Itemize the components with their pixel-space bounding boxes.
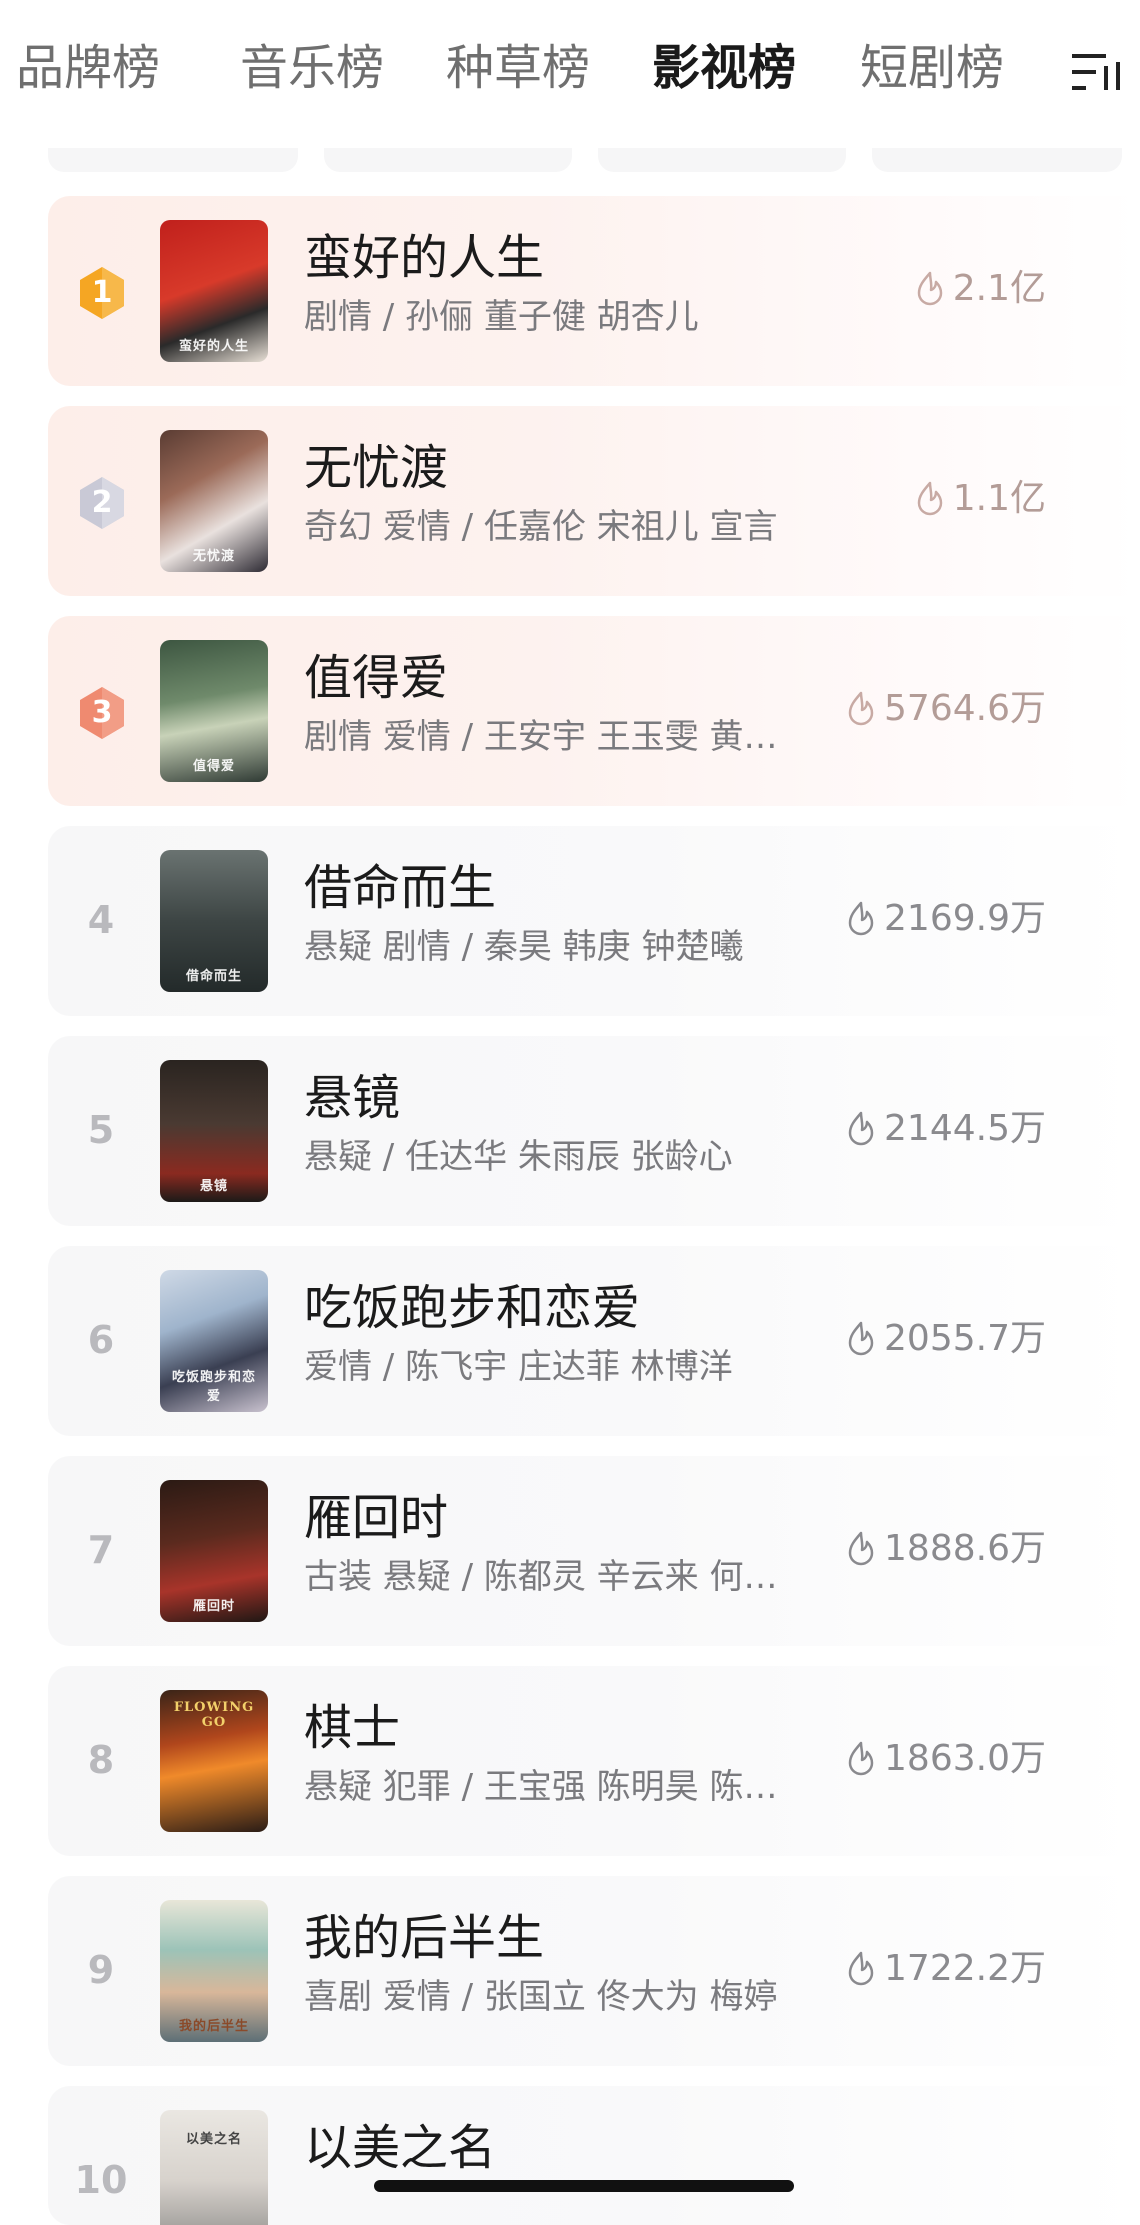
- bronze-medal-badge: 3: [76, 685, 128, 741]
- drama-title: 悬镜: [304, 1070, 401, 1126]
- ranking-row-6[interactable]: 6 吃饭跑步和恋爱 吃饭跑步和恋爱 爱情 / 陈飞宇 庄达菲 林博洋 2055.…: [48, 1246, 1140, 1436]
- heat-index: 2169.9万: [846, 893, 1046, 945]
- flame-icon: [848, 1531, 874, 1566]
- poster-image: 蛮好的人生: [160, 220, 268, 362]
- tab-film-tv-chart[interactable]: 影视榜: [652, 36, 796, 100]
- ranking-row-7[interactable]: 7 雁回时 雁回时 古装 悬疑 / 陈都灵 辛云来 何… 1888.6万: [48, 1456, 1140, 1646]
- drama-title: 无忧渡: [304, 440, 449, 496]
- poster-image: FLOWING GO: [160, 1690, 268, 1832]
- flame-icon: [848, 1741, 874, 1776]
- drama-title: 棋士: [304, 1700, 401, 1756]
- genre-cast-text: 悬疑 犯罪 / 王宝强 陈明昊 陈…: [304, 1767, 778, 1807]
- top-tab-bar: 品牌榜 音乐榜 种草榜 影视榜 短剧榜: [0, 0, 1140, 140]
- ranking-row-5[interactable]: 5 悬镜 悬镜 悬疑 / 任达华 朱雨辰 张龄心 2144.5万: [48, 1036, 1140, 1226]
- tab-recommend-chart[interactable]: 种草榜: [446, 36, 590, 100]
- poster-image: 借命而生: [160, 850, 268, 992]
- poster-image: 无忧渡: [160, 430, 268, 572]
- poster-image: 悬镜: [160, 1060, 268, 1202]
- poster-image: 雁回时: [160, 1480, 268, 1622]
- sub-filter-chip[interactable]: [324, 148, 572, 172]
- heat-index: 1722.2万: [846, 1943, 1046, 1995]
- poster-image: 以美之名: [160, 2110, 268, 2225]
- ranking-row-8[interactable]: 8 FLOWING GO 棋士 悬疑 犯罪 / 王宝强 陈明昊 陈… 1863.…: [48, 1666, 1140, 1856]
- flame-icon: [848, 691, 874, 726]
- flame-icon: [848, 901, 874, 936]
- tab-short-drama-chart[interactable]: 短剧榜: [860, 36, 1004, 100]
- flame-icon: [848, 1951, 874, 1986]
- heat-index: 2144.5万: [846, 1103, 1046, 1155]
- rank-number: 10: [74, 2158, 128, 2202]
- drama-title: 以美之名: [304, 2120, 497, 2176]
- ranking-row-10[interactable]: 10 以美之名 以美之名: [48, 2086, 1140, 2225]
- heat-index: 2055.7万: [846, 1313, 1046, 1365]
- rank-number: 9: [87, 1948, 115, 1992]
- rank-number: 5: [87, 1108, 115, 1152]
- ranking-row-3[interactable]: 3 值得爱 值得爱 剧情 爱情 / 王安宇 王玉雯 黄… 5764.6万: [48, 616, 1140, 806]
- poster-image: 值得爱: [160, 640, 268, 782]
- flame-icon: [917, 271, 942, 306]
- ranking-row-9[interactable]: 9 我的后半生 我的后半生 喜剧 爱情 / 张国立 佟大为 梅婷 1722.2万: [48, 1876, 1140, 2066]
- rank-number: 7: [87, 1528, 115, 1572]
- drama-title: 吃饭跑步和恋爱: [304, 1280, 641, 1336]
- filter-list-icon[interactable]: [1070, 50, 1126, 94]
- silver-medal-badge: 2: [76, 475, 128, 531]
- drama-title: 借命而生: [304, 860, 497, 916]
- drama-title: 我的后半生: [304, 1910, 545, 1966]
- genre-cast-text: 喜剧 爱情 / 张国立 佟大为 梅婷: [304, 1977, 778, 2017]
- genre-cast-text: 悬疑 / 任达华 朱雨辰 张龄心: [304, 1137, 733, 1177]
- sub-filter-chip[interactable]: [872, 148, 1122, 172]
- sub-filter-chip[interactable]: [48, 148, 298, 172]
- poster-image: 我的后半生: [160, 1900, 268, 2042]
- flame-icon: [917, 481, 942, 516]
- genre-cast-text: 悬疑 剧情 / 秦昊 韩庚 钟楚曦: [304, 927, 744, 967]
- heat-index: 1863.0万: [846, 1733, 1046, 1785]
- genre-cast-text: 古装 悬疑 / 陈都灵 辛云来 何…: [304, 1557, 778, 1597]
- drama-title: 雁回时: [304, 1490, 449, 1546]
- drama-title: 蛮好的人生: [304, 230, 545, 286]
- tab-brand-chart[interactable]: 品牌榜: [16, 36, 160, 100]
- genre-cast-text: 爱情 / 陈飞宇 庄达菲 林博洋: [304, 1347, 733, 1387]
- flame-icon: [848, 1321, 874, 1356]
- genre-cast-text: 剧情 爱情 / 王安宇 王玉雯 黄…: [304, 717, 778, 757]
- heat-index: 1888.6万: [846, 1523, 1046, 1575]
- poster-image: 吃饭跑步和恋爱: [160, 1270, 268, 1412]
- ranking-row-2[interactable]: 2 无忧渡 无忧渡 奇幻 爱情 / 任嘉伦 宋祖儿 宣言 1.1亿: [48, 406, 1140, 596]
- home-indicator-bar[interactable]: [374, 2180, 794, 2192]
- heat-index: 5764.6万: [846, 683, 1046, 735]
- gold-medal-badge: 1: [76, 265, 128, 321]
- heat-index: 2.1亿: [915, 263, 1046, 315]
- rank-number: 8: [87, 1738, 115, 1782]
- ranking-row-1[interactable]: 1 蛮好的人生 蛮好的人生 剧情 / 孙俪 董子健 胡杏儿 2.1亿: [48, 196, 1140, 386]
- rank-number: 4: [87, 898, 115, 942]
- tab-music-chart[interactable]: 音乐榜: [240, 36, 384, 100]
- flame-icon: [848, 1111, 874, 1146]
- genre-cast-text: 奇幻 爱情 / 任嘉伦 宋祖儿 宣言: [304, 507, 778, 547]
- rank-number: 6: [87, 1318, 115, 1362]
- ranking-row-4[interactable]: 4 借命而生 借命而生 悬疑 剧情 / 秦昊 韩庚 钟楚曦 2169.9万: [48, 826, 1140, 1016]
- sub-filter-chip[interactable]: [598, 148, 846, 172]
- drama-title: 值得爱: [304, 650, 449, 706]
- genre-cast-text: 剧情 / 孙俪 董子健 胡杏儿: [304, 297, 699, 337]
- heat-index: 1.1亿: [915, 473, 1046, 525]
